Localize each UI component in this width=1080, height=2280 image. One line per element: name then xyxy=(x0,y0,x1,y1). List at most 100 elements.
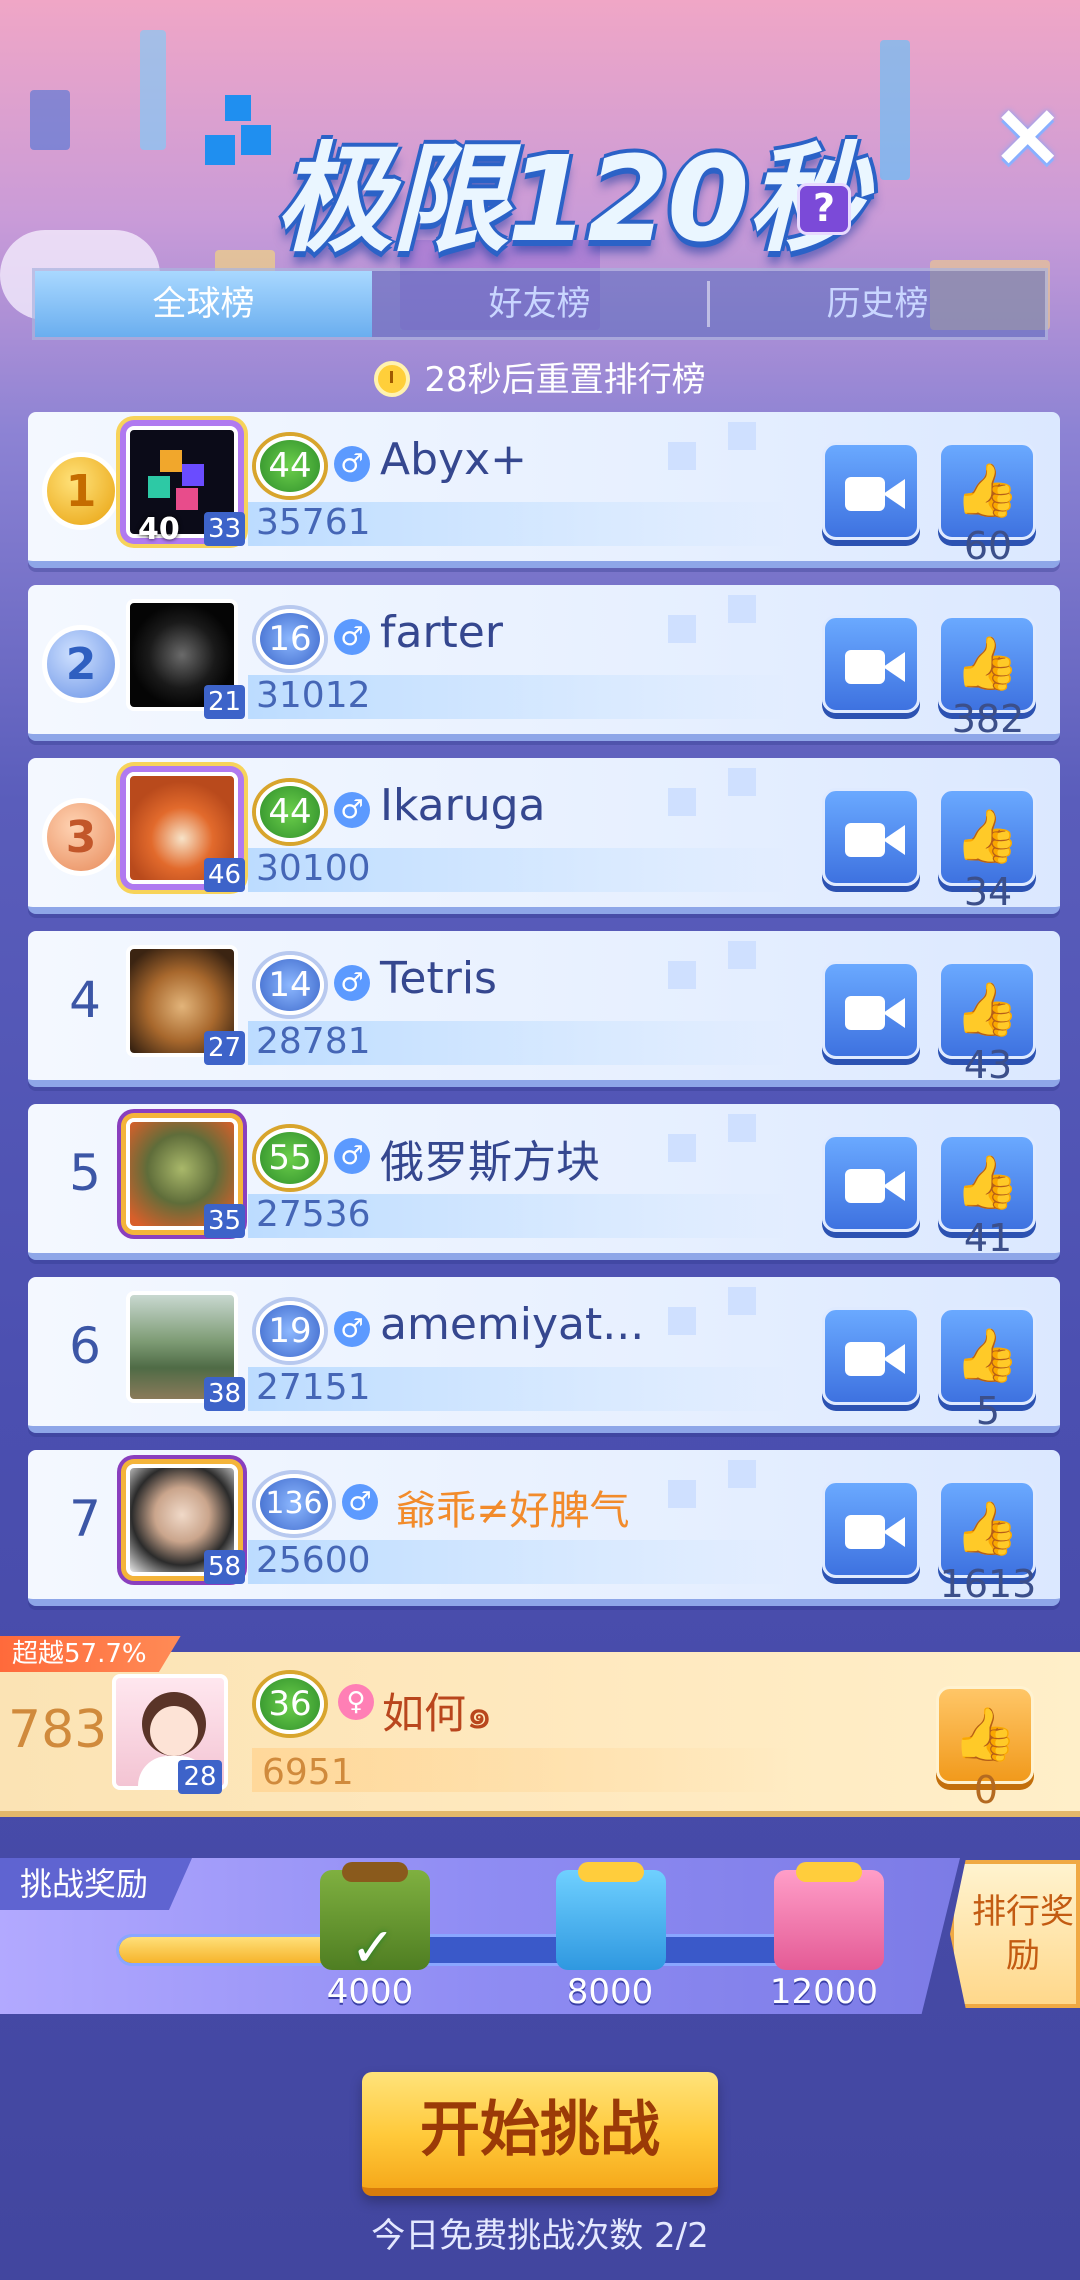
male-icon: ♂ xyxy=(342,1484,378,1520)
my-rank-row: 783 28 36 ♀ 如何๑ 6951 👍 0 xyxy=(0,1652,1080,1817)
player-score: 27536 xyxy=(256,1194,371,1235)
level-badge: 14 xyxy=(256,955,324,1015)
player-score: 35761 xyxy=(256,502,371,543)
level-badge: 44 xyxy=(256,782,324,842)
rank-number: 4 xyxy=(69,971,101,1029)
my-score: 6951 xyxy=(262,1752,354,1793)
my-name: 如何๑ xyxy=(382,1689,493,1738)
like-count: 60 xyxy=(963,524,1013,568)
player-score: 31012 xyxy=(256,675,371,716)
player-name: Ikaruga xyxy=(380,780,546,831)
my-rank-number: 783 xyxy=(8,1700,108,1760)
surpass-badge: 超越57.7% xyxy=(0,1636,181,1672)
replay-video-button[interactable] xyxy=(822,1480,920,1578)
player-score: 25600 xyxy=(256,1540,371,1581)
avatar-level: 27 xyxy=(204,1031,246,1065)
male-icon: ♂ xyxy=(334,965,370,1001)
level-badge: 55 xyxy=(256,1128,324,1188)
my-like-count: 0 xyxy=(973,1768,999,1812)
thumbs-up-icon: 👍 xyxy=(954,807,1020,867)
leaderboard-row: 4 27 14 ♂ Tetris 28781 👍 43 xyxy=(28,931,1060,1087)
title-pixel-decoration xyxy=(205,135,235,165)
leaderboard-row: 3 46 44 ♂ Ikaruga 30100 👍 34 xyxy=(28,758,1060,914)
gift-box-icon[interactable] xyxy=(774,1870,884,1970)
thumbs-up-icon: 👍 xyxy=(954,1326,1020,1386)
player-name: farter xyxy=(380,607,503,658)
avatar-level: 58 xyxy=(204,1550,246,1584)
level-badge: 19 xyxy=(256,1301,324,1361)
avatar-badge: 40 xyxy=(138,512,180,547)
check-icon: ✓ xyxy=(350,1916,396,1979)
player-score: 27151 xyxy=(256,1367,371,1408)
level-badge: 136 xyxy=(256,1474,332,1534)
reward-progress-track xyxy=(116,1934,856,1966)
rank-reward-button[interactable]: 排行奖励 xyxy=(950,1860,1080,2008)
rank-medal-bronze: 3 xyxy=(42,798,120,876)
player-name: 俄罗斯方块 xyxy=(380,1137,600,1188)
female-icon: ♀ xyxy=(338,1684,374,1720)
milestone-label: 12000 xyxy=(769,1972,879,2012)
avatar-level: 28 xyxy=(178,1760,222,1794)
male-icon: ♂ xyxy=(334,446,370,482)
player-score: 30100 xyxy=(256,848,371,889)
tab-friends[interactable]: 好友榜 xyxy=(372,271,707,337)
thumbs-up-icon: 👍 xyxy=(954,634,1020,694)
replay-video-button[interactable] xyxy=(822,1134,920,1232)
rank-medal-gold: 1 xyxy=(42,452,120,530)
like-count: 1613 xyxy=(939,1562,1037,1606)
like-count: 382 xyxy=(951,697,1025,741)
replay-video-button[interactable] xyxy=(822,1307,920,1405)
avatar-level: 21 xyxy=(204,685,246,719)
leaderboard-row: 7 58 136 ♂ 爺乖≠好脾气 25600 👍 1613 xyxy=(28,1450,1060,1606)
free-challenge-count: 今日免费挑战次数 2/2 xyxy=(371,2216,709,2256)
clock-icon xyxy=(374,361,411,397)
leaderboard-row: 5 35 55 ♂ 俄罗斯方块 27536 👍 41 xyxy=(28,1104,1060,1260)
leaderboard-row: 6 38 19 ♂ amemiyat... 27151 👍 5 xyxy=(28,1277,1060,1433)
gift-box-icon[interactable] xyxy=(556,1870,666,1970)
thumbs-up-icon: 👍 xyxy=(952,1705,1018,1765)
male-icon: ♂ xyxy=(334,619,370,655)
rank-number: 6 xyxy=(69,1317,101,1375)
replay-video-button[interactable] xyxy=(822,961,920,1059)
title-text: 极限120秒 xyxy=(275,130,865,268)
avatar-level: 33 xyxy=(204,512,246,546)
level-badge: 44 xyxy=(256,436,324,496)
like-count: 34 xyxy=(963,870,1013,914)
tab-history[interactable]: 历史榜 xyxy=(710,271,1045,337)
avatar-level: 38 xyxy=(204,1377,246,1411)
title-pixel-decoration xyxy=(241,125,271,155)
replay-video-button[interactable] xyxy=(822,442,920,540)
reset-timer: 28秒后重置排行榜 xyxy=(0,352,1080,401)
avatar-level: 35 xyxy=(204,1204,246,1238)
reset-text: 28秒后重置排行榜 xyxy=(424,360,706,400)
rank-number: 7 xyxy=(69,1490,101,1548)
leaderboard-row: 2 21 16 ♂ farter 31012 👍 382 xyxy=(28,585,1060,741)
like-count: 5 xyxy=(975,1389,1001,1433)
replay-video-button[interactable] xyxy=(822,615,920,713)
player-name: Abyx+ xyxy=(380,434,527,485)
game-title: 极限120秒 xyxy=(205,95,865,268)
help-button[interactable]: ? xyxy=(797,183,851,235)
male-icon: ♂ xyxy=(334,792,370,828)
player-name: Tetris xyxy=(380,953,497,1004)
milestone-label: 8000 xyxy=(566,1972,654,2012)
leaderboard-row: 1 40 33 44 ♂ Abyx+ 35761 👍 60 xyxy=(28,412,1060,568)
replay-video-button[interactable] xyxy=(822,788,920,886)
player-name: amemiyat... xyxy=(380,1299,645,1350)
reward-tag: 挑战奖励 xyxy=(0,1858,193,1910)
level-badge: 16 xyxy=(256,609,324,669)
close-icon[interactable]: × xyxy=(990,90,1065,180)
tab-global[interactable]: 全球榜 xyxy=(35,271,372,337)
player-score: 28781 xyxy=(256,1021,371,1062)
start-challenge-button[interactable]: 开始挑战 xyxy=(362,2072,718,2196)
male-icon: ♂ xyxy=(334,1311,370,1347)
rank-medal-silver: 2 xyxy=(42,625,120,703)
player-name: 爺乖≠好脾气 xyxy=(396,1488,630,1534)
avatar-level: 46 xyxy=(204,858,246,892)
thumbs-up-icon: 👍 xyxy=(954,980,1020,1040)
male-icon: ♂ xyxy=(334,1138,370,1174)
like-count: 41 xyxy=(963,1216,1013,1260)
rank-number: 5 xyxy=(69,1144,101,1202)
thumbs-up-icon: 👍 xyxy=(954,1499,1020,1559)
milestone-label: 4000 xyxy=(326,1972,414,2012)
